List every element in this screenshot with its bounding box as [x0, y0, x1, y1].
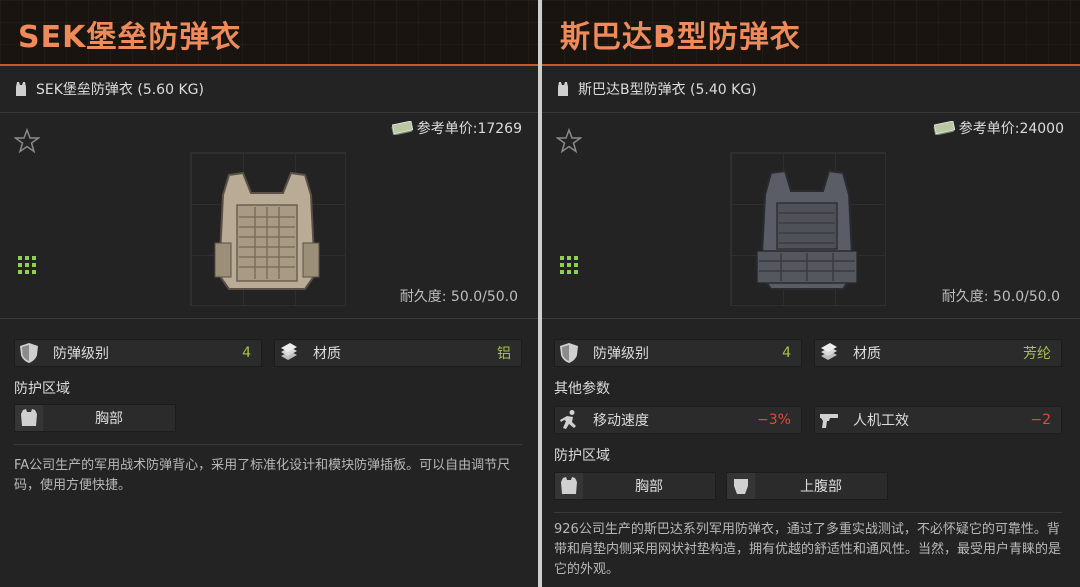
zone-label: 胸部 [95, 411, 123, 427]
material-value: 铝 [497, 346, 511, 362]
item-image-grid [730, 152, 886, 306]
abdomen-armor-icon [734, 479, 748, 494]
ergonomics-label: 人机工效 [853, 413, 909, 429]
move-speed-value: −3% [757, 412, 791, 428]
zone-label: 上腹部 [800, 479, 842, 495]
pistol-icon [820, 414, 838, 428]
divider [542, 318, 1080, 319]
armor-level-label: 防弹级别 [53, 346, 109, 362]
money-icon [391, 121, 413, 135]
price-text: 参考单价:24000 [958, 121, 1064, 137]
item-panel-sek: SEK堡垒防弹衣 SEK堡垒防弹衣 (5.60 KG) 参考单价:17269 耐… [0, 0, 538, 587]
material-label: 材质 [313, 346, 341, 362]
favorite-star-icon[interactable] [14, 128, 40, 154]
running-man-icon [560, 410, 576, 429]
zone-chest: 胸部 [14, 404, 176, 432]
durability-text: 耐久度: 50.0/50.0 [941, 289, 1060, 305]
vest-icon [558, 82, 568, 96]
item-image-grid [190, 152, 346, 306]
durability-text: 耐久度: 50.0/50.0 [399, 289, 518, 305]
item-panel-spartan: 斯巴达B型防弹衣 斯巴达B型防弹衣 (5.40 KG) 参考单价:24000 耐… [542, 0, 1080, 587]
zone-label: 胸部 [635, 479, 663, 495]
armor-level-row: 防弹级别 4 [554, 339, 802, 367]
ergonomics-value: −2 [1030, 412, 1051, 428]
vest-image [214, 171, 320, 290]
title-bar: 斯巴达B型防弹衣 [542, 0, 1080, 66]
armor-level-value: 4 [242, 345, 251, 361]
favorite-star-icon[interactable] [556, 128, 582, 154]
zone-upper-abdomen: 上腹部 [726, 472, 888, 500]
reference-price: 参考单价:17269 [391, 118, 522, 138]
material-label: 材质 [853, 346, 881, 362]
divider [542, 112, 1080, 113]
material-plates-icon [821, 343, 837, 360]
material-row: 材质 芳纶 [814, 339, 1062, 367]
item-description: 926公司生产的斯巴达系列军用防弹衣，通过了多重实战测试，不必怀疑它的可靠性。背… [554, 522, 1062, 577]
move-speed-row: 移动速度 −3% [554, 406, 802, 434]
weight-row: 斯巴达B型防弹衣 (5.40 KG) [556, 78, 757, 100]
chest-armor-icon [21, 409, 37, 426]
armor-level-row: 防弹级别 4 [14, 339, 262, 367]
money-icon [933, 121, 955, 135]
chest-armor-icon [561, 477, 577, 494]
shield-icon [20, 343, 38, 363]
shield-icon [560, 343, 578, 363]
move-speed-label: 移动速度 [593, 413, 649, 429]
item-weight: 斯巴达B型防弹衣 (5.40 KG) [578, 82, 757, 98]
material-plates-icon [281, 343, 297, 360]
armor-level-label: 防弹级别 [593, 346, 649, 362]
divider [0, 112, 538, 113]
divider [14, 444, 522, 445]
price-text: 参考单价:17269 [416, 121, 522, 137]
divider [0, 318, 538, 319]
grid-size-icon [560, 256, 578, 274]
protect-zone-label: 防护区域 [554, 448, 610, 464]
item-weight: SEK堡垒防弹衣 (5.60 KG) [36, 82, 204, 98]
ergonomics-row: 人机工效 −2 [814, 406, 1062, 434]
vest-icon [16, 82, 26, 96]
material-row: 材质 铝 [274, 339, 522, 367]
vest-image [756, 169, 858, 290]
item-description: FA公司生产的军用战术防弹背心，采用了标准化设计和模块防弹插板。可以自由调节尺码… [14, 458, 511, 493]
reference-price: 参考单价:24000 [933, 118, 1064, 138]
item-title: SEK堡垒防弹衣 [18, 20, 242, 55]
title-bar: SEK堡垒防弹衣 [0, 0, 538, 66]
divider [554, 512, 1062, 513]
grid-size-icon [18, 256, 36, 274]
material-value: 芳纶 [1023, 346, 1051, 362]
protect-zone-label: 防护区域 [14, 381, 70, 397]
weight-row: SEK堡垒防弹衣 (5.60 KG) [14, 78, 204, 100]
item-title: 斯巴达B型防弹衣 [560, 20, 801, 55]
armor-level-value: 4 [782, 345, 791, 361]
zone-chest: 胸部 [554, 472, 716, 500]
other-params-label: 其他参数 [554, 381, 610, 397]
